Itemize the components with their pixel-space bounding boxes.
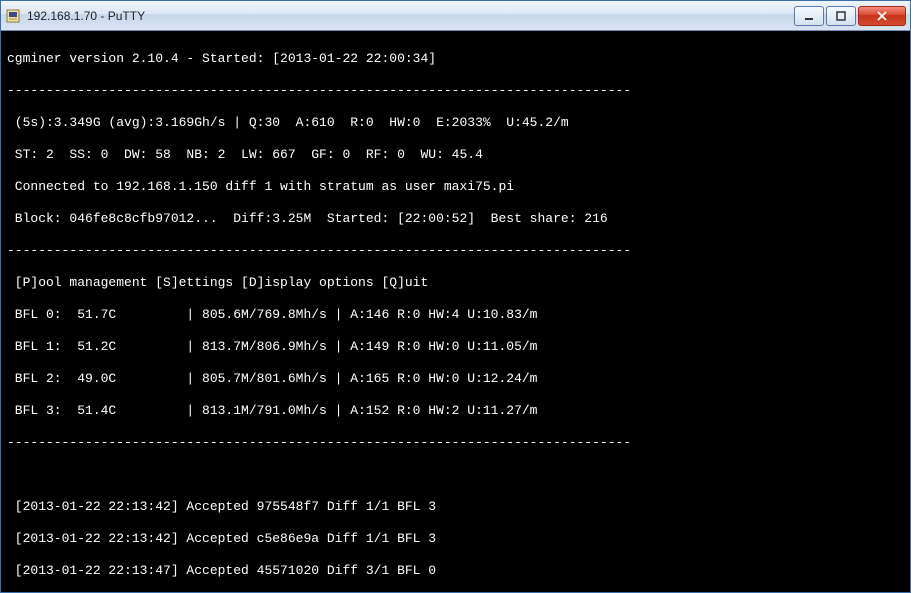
window-controls [794,6,906,26]
minimize-button[interactable] [794,6,824,26]
titlebar[interactable]: 192.168.1.70 - PuTTY [1,1,910,31]
version-line: cgminer version 2.10.4 - Started: [2013-… [7,51,904,67]
device-row: BFL 1: 51.2C | 813.7M/806.9Mh/s | A:149 … [7,339,904,355]
separator: ----------------------------------------… [7,435,904,451]
log-line: [2013-01-22 22:13:47] Accepted 45571020 … [7,563,904,579]
terminal-area[interactable]: cgminer version 2.10.4 - Started: [2013-… [1,31,910,592]
summary-line-2: ST: 2 SS: 0 DW: 58 NB: 2 LW: 667 GF: 0 R… [7,147,904,163]
putty-icon [5,8,21,24]
device-row: BFL 2: 49.0C | 805.7M/801.6Mh/s | A:165 … [7,371,904,387]
maximize-button[interactable] [826,6,856,26]
device-row: BFL 3: 51.4C | 813.1M/791.0Mh/s | A:152 … [7,403,904,419]
summary-line-3: Connected to 192.168.1.150 diff 1 with s… [7,179,904,195]
window-title: 192.168.1.70 - PuTTY [27,9,794,23]
close-button[interactable] [858,6,906,26]
separator: ----------------------------------------… [7,83,904,99]
putty-window: 192.168.1.70 - PuTTY cgminer version 2.1… [0,0,911,593]
device-row: BFL 0: 51.7C | 805.6M/769.8Mh/s | A:146 … [7,307,904,323]
summary-line-1: (5s):3.349G (avg):3.169Gh/s | Q:30 A:610… [7,115,904,131]
blank-line [7,467,904,483]
summary-line-4: Block: 046fe8c8cfb97012... Diff:3.25M St… [7,211,904,227]
log-line: [2013-01-22 22:13:42] Accepted 975548f7 … [7,499,904,515]
menu-line: [P]ool management [S]ettings [D]isplay o… [7,275,904,291]
log-line: [2013-01-22 22:13:42] Accepted c5e86e9a … [7,531,904,547]
separator: ----------------------------------------… [7,243,904,259]
